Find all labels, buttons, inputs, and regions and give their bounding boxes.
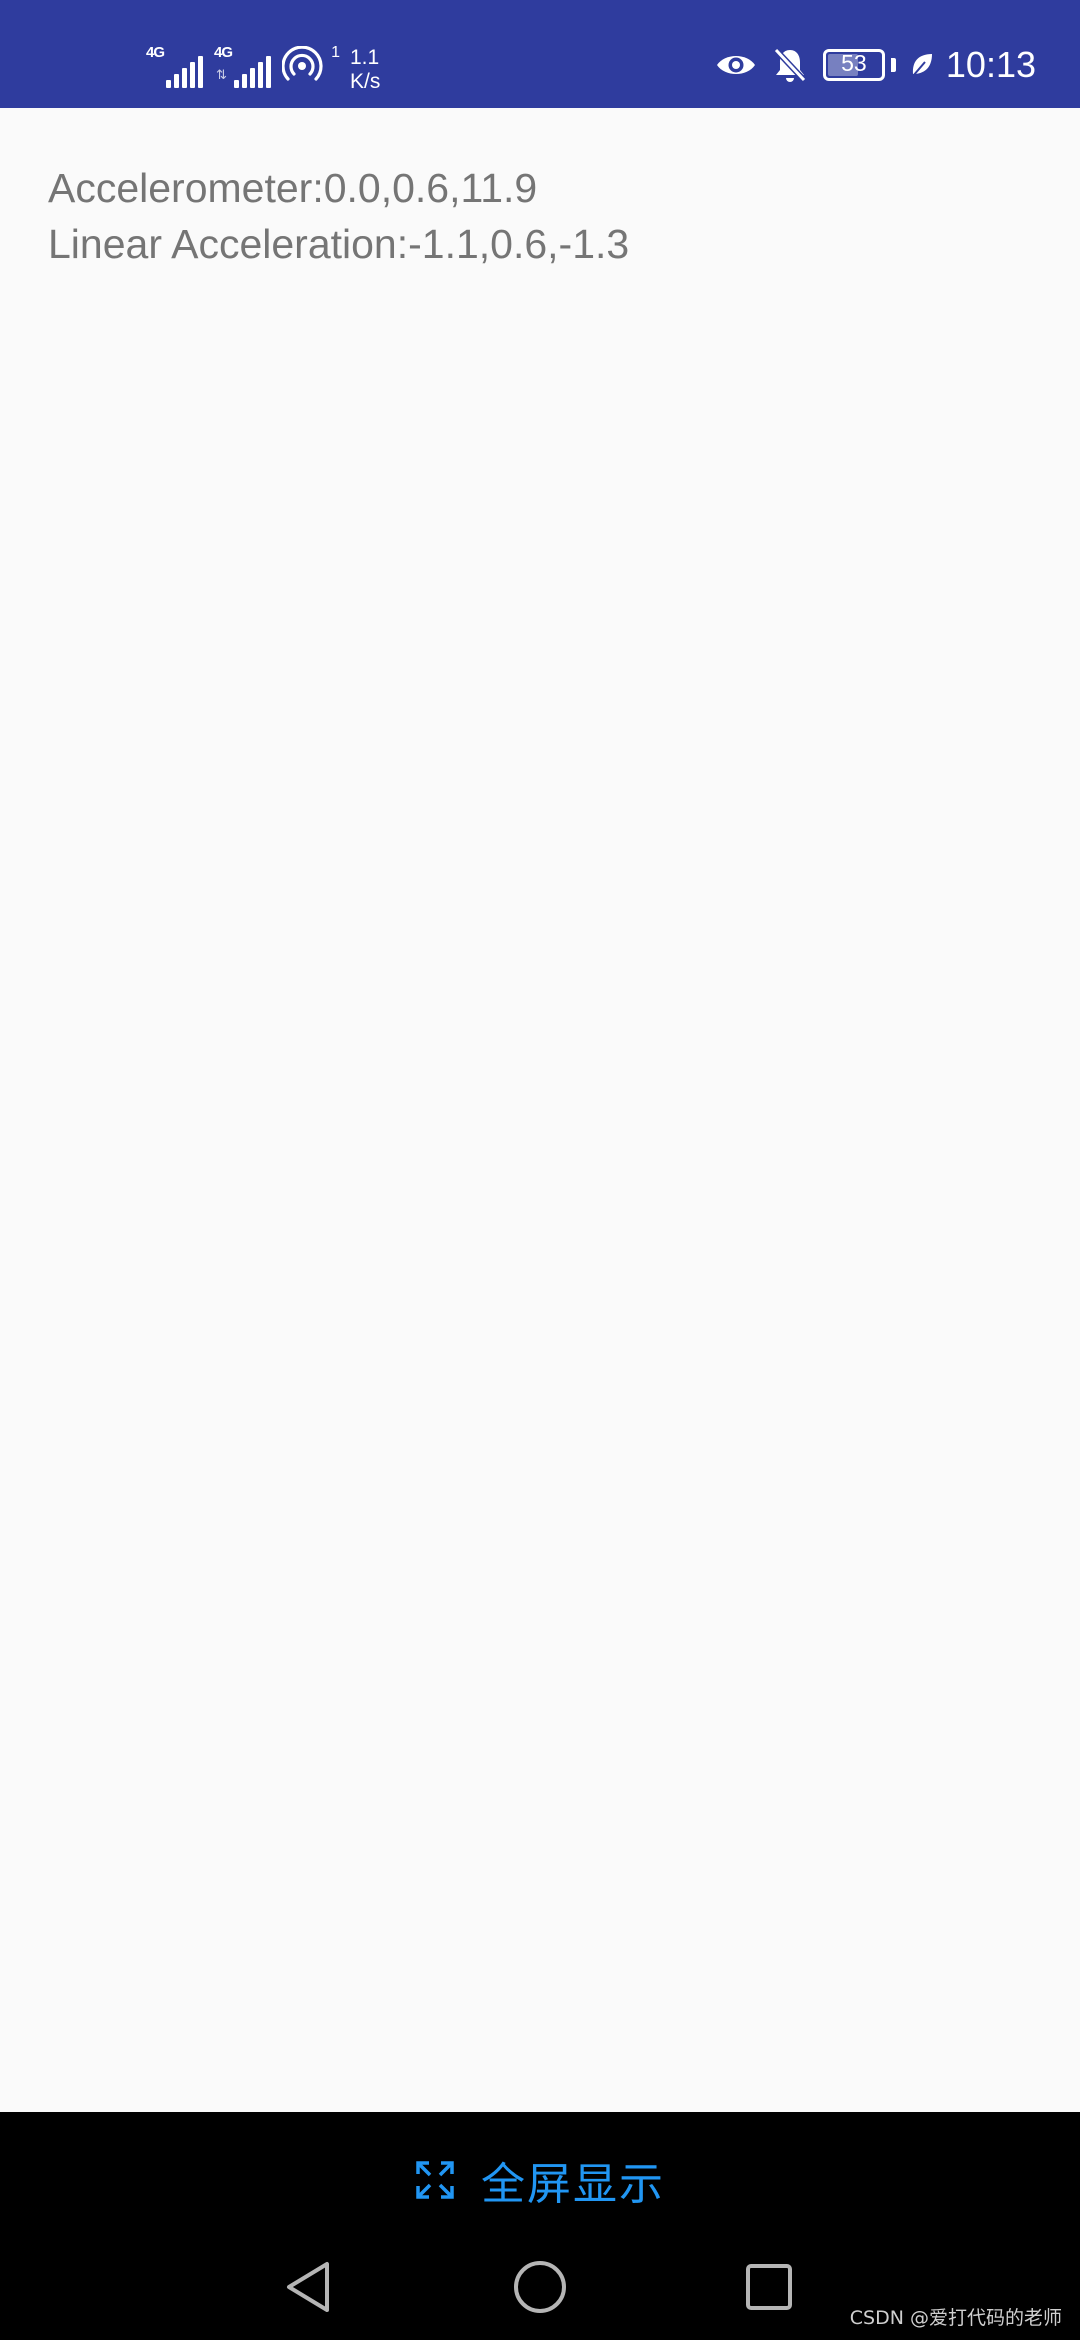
sim2-network-type: 4G xyxy=(214,44,233,61)
eye-icon xyxy=(715,51,757,79)
sim1-signal-icon: 4G xyxy=(146,44,208,88)
recents-icon xyxy=(746,2264,792,2310)
back-button[interactable] xyxy=(274,2252,344,2322)
home-icon xyxy=(514,2261,566,2313)
hotspot-icon: 1 xyxy=(282,44,342,88)
fullscreen-label: 全屏显示 xyxy=(481,2159,665,2210)
bell-muted-icon xyxy=(773,47,807,83)
network-speed: 1.1 K/s xyxy=(350,46,410,94)
speed-unit: K/s xyxy=(350,70,381,93)
status-right-group: 53 10:13 xyxy=(715,40,1036,90)
hotspot-count: 1 xyxy=(331,44,340,61)
battery-tip xyxy=(890,58,896,72)
back-icon xyxy=(287,2262,329,2312)
clock: 10:13 xyxy=(945,44,1036,85)
status-left-group: 4G 4G ⇅ 1 1.1 K/s xyxy=(146,40,410,93)
expand-icon xyxy=(416,2161,454,2199)
sensor-readings: Accelerometer:0.0,0.6,11.9 Linear Accele… xyxy=(48,160,629,272)
app-screen: 4G 4G ⇅ 1 1.1 K/s 53 10:13 Accelerometer… xyxy=(0,0,1080,2340)
accelerometer-reading: Accelerometer:0.0,0.6,11.9 xyxy=(48,165,538,211)
battery-level: 53 xyxy=(841,50,867,76)
sim2-signal-icon: 4G ⇅ xyxy=(214,44,276,88)
sim1-network-type: 4G xyxy=(146,44,165,61)
fullscreen-button[interactable]: 全屏显示 xyxy=(0,2140,1080,2220)
status-bar: 4G 4G ⇅ 1 1.1 K/s 53 10:13 xyxy=(0,0,1080,108)
battery-icon: 53 xyxy=(822,49,885,81)
speed-value: 1.1 xyxy=(350,46,380,69)
home-button[interactable] xyxy=(505,2252,575,2322)
recents-button[interactable] xyxy=(734,2252,804,2322)
bottom-bar: 全屏显示 CSDN @爱打代码的老师 xyxy=(0,2112,1080,2340)
linear-acceleration-reading: Linear Acceleration:-1.1,0.6,-1.3 xyxy=(48,221,630,267)
leaf-icon xyxy=(910,52,934,78)
watermark: CSDN @爱打代码的老师 xyxy=(849,2307,1062,2329)
